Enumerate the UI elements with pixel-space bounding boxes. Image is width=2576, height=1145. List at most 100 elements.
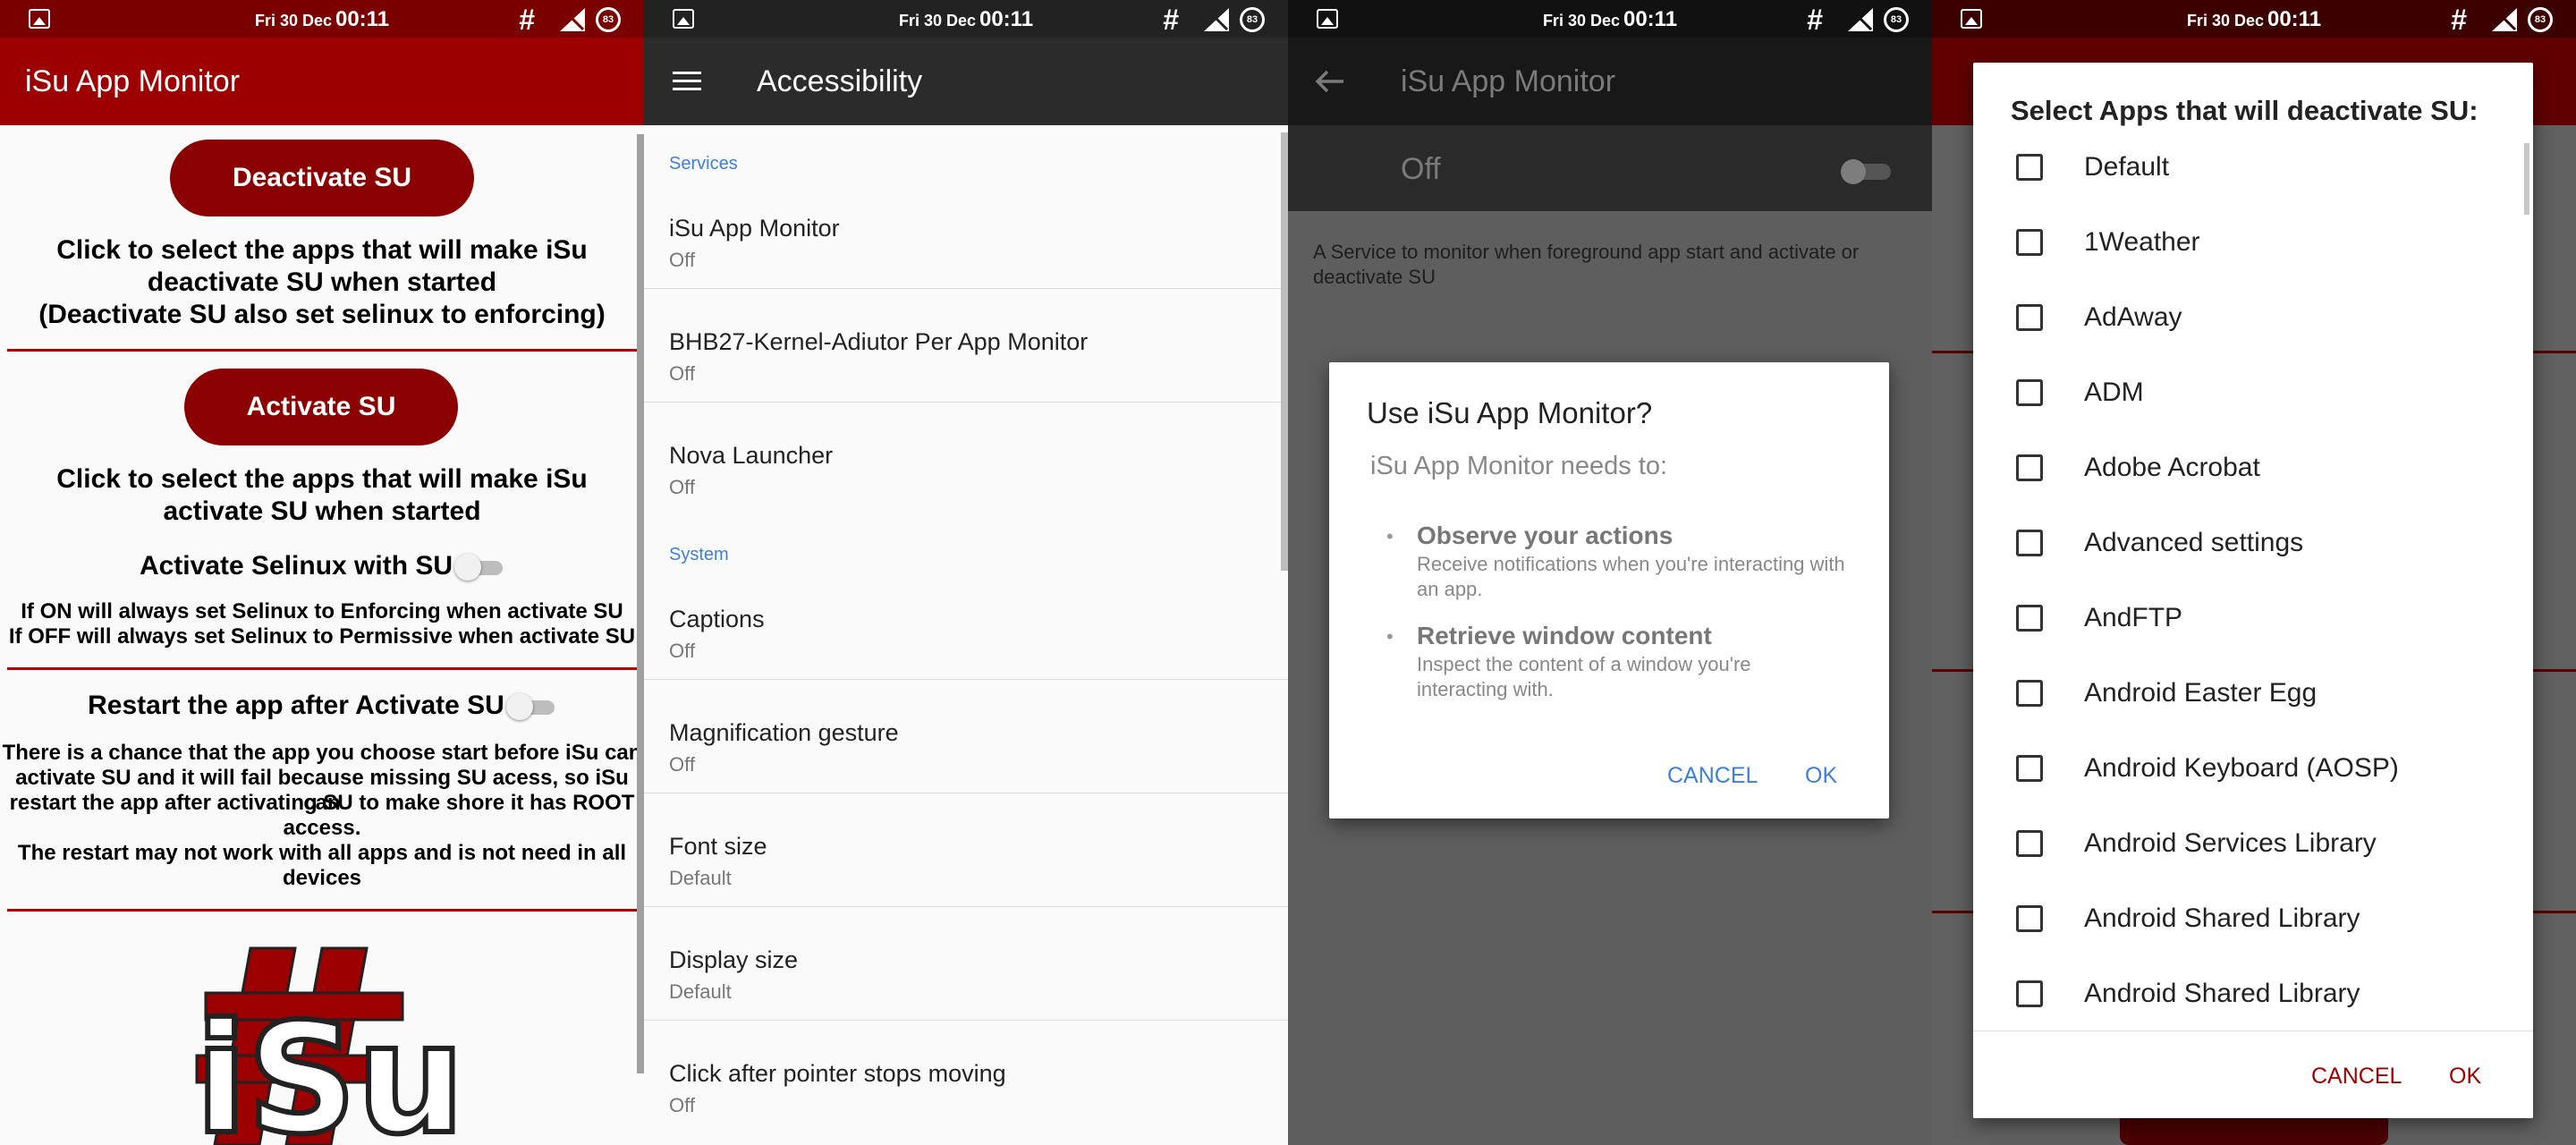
checkbox[interactable]	[2016, 605, 2043, 632]
app-bar: iSu App Monitor	[1288, 38, 1932, 125]
app-option-label: Android Keyboard (AOSP)	[2084, 753, 2399, 783]
hash-icon: #	[1163, 4, 1179, 36]
list-item[interactable]: Magnification gesture Off	[644, 680, 1288, 793]
battery-icon: 83	[2528, 7, 2553, 32]
list-item[interactable]: Nova Launcher Off	[644, 403, 1281, 516]
app-option[interactable]: AndFTP	[1973, 603, 2533, 680]
app-option[interactable]: Android Services Library	[1973, 828, 2533, 905]
app-option[interactable]: Android Easter Egg	[1973, 678, 2533, 755]
app-option[interactable]: Android Keyboard (AOSP)	[1973, 753, 2533, 830]
item-title: BHB27-Kernel-Adiutor Per App Monitor	[669, 328, 1089, 355]
service-toggle[interactable]	[1841, 159, 1891, 184]
app-option[interactable]: 1Weather	[1973, 227, 2533, 304]
scrollbar[interactable]	[637, 134, 644, 1073]
selinux-info-line: If ON will always set Selinux to Enforci…	[21, 599, 623, 623]
divider	[7, 667, 637, 670]
menu-icon[interactable]	[673, 72, 701, 91]
screen-select-apps: Fri 30 Dec 00:11 # 83 Select Apps that wi…	[1932, 0, 2576, 1145]
dialog-title: Use iSu App Monitor?	[1367, 396, 1653, 429]
app-option[interactable]: Advanced settings	[1973, 528, 2533, 605]
app-option-label: Android Shared Library	[2084, 903, 2360, 933]
main-content: Deactivate SU Click to select the apps t…	[0, 125, 641, 1145]
signal-icon	[1204, 8, 1229, 31]
app-option[interactable]: Android Shared Library	[1973, 903, 2533, 980]
status-bar: Fri 30 Dec 00:11 # 83	[0, 0, 644, 38]
page-title: Accessibility	[757, 64, 923, 98]
cancel-button[interactable]: CANCEL	[1667, 763, 1758, 789]
screen-service-dialog: Fri 30 Dec 00:11 # 83 iSu App Monitor Off…	[1288, 0, 1932, 1145]
item-title: Font size	[669, 833, 767, 860]
deactivate-su-button[interactable]: Deactivate SU	[170, 140, 474, 216]
selinux-info-line: If OFF will always set Selinux to Permis…	[8, 624, 636, 649]
signal-icon	[560, 8, 585, 31]
checkbox[interactable]	[2016, 830, 2043, 857]
app-option-label: 1Weather	[2084, 227, 2200, 257]
app-option-label: Android Services Library	[2084, 828, 2377, 858]
item-subtitle: Default	[669, 867, 732, 889]
item-subtitle: Off	[669, 249, 695, 271]
status-time: 00:11	[1623, 7, 1678, 31]
deactivate-desc-line: deactivate SU when started	[147, 267, 497, 297]
divider	[7, 349, 637, 352]
checkbox[interactable]	[2016, 755, 2043, 782]
list-item[interactable]: iSu App Monitor Off	[644, 175, 1288, 289]
list-item[interactable]: Captions Off	[644, 566, 1288, 680]
ok-button[interactable]: OK	[1805, 763, 1837, 789]
switch-label: Off	[1401, 152, 1441, 186]
item-subtitle: Off	[669, 476, 695, 498]
status-time: 00:11	[979, 7, 1034, 31]
bullet-icon: •	[1386, 625, 1394, 648]
status-date: Fri 30 Dec	[254, 12, 332, 30]
ok-button[interactable]: OK	[2449, 1064, 2481, 1090]
checkbox[interactable]	[2016, 154, 2043, 181]
status-date: Fri 30 Dec	[2186, 12, 2264, 30]
screen-accessibility: Fri 30 Dec 00:11 # 83 Accessibility Servi…	[644, 0, 1288, 1145]
list-item[interactable]: BHB27-Kernel-Adiutor Per App Monitor Off	[644, 289, 1288, 403]
signal-icon	[2492, 8, 2517, 31]
hash-icon: #	[1807, 4, 1823, 36]
list-item[interactable]: Display size Default	[644, 907, 1288, 1021]
restart-info-line: access.	[283, 816, 361, 840]
item-title: Nova Launcher	[669, 442, 834, 469]
app-option[interactable]: Adobe Acrobat	[1973, 453, 2533, 530]
list-item[interactable]: Font size Default	[644, 793, 1288, 907]
checkbox[interactable]	[2016, 980, 2043, 1007]
item-subtitle: Off	[669, 753, 695, 776]
list-item[interactable]: Click after pointer stops moving Off	[644, 1021, 1281, 1134]
checkbox[interactable]	[2016, 454, 2043, 481]
scrollbar[interactable]	[1281, 132, 1288, 571]
dialog-subtitle: iSu App Monitor needs to:	[1370, 452, 1668, 480]
permission-dialog: Use iSu App Monitor? iSu App Monitor nee…	[1329, 362, 1889, 818]
deactivate-desc-line: (Deactivate SU also set selinux to enfor…	[38, 300, 606, 329]
app-option[interactable]: ADM	[1973, 377, 2533, 454]
item-title: Captions	[669, 606, 765, 632]
app-option[interactable]: AdAway	[1973, 302, 2533, 379]
app-bar: Accessibility	[644, 38, 1288, 125]
item-subtitle: Off	[669, 1094, 695, 1116]
app-title: iSu App Monitor	[0, 38, 644, 125]
activate-desc-line: activate SU when started	[163, 496, 481, 526]
checkbox[interactable]	[2016, 680, 2043, 707]
checkbox[interactable]	[2016, 905, 2043, 932]
restart-toggle[interactable]	[505, 693, 556, 721]
selinux-toggle[interactable]	[454, 554, 504, 581]
checkbox[interactable]	[2016, 229, 2043, 256]
back-arrow-icon[interactable]	[1313, 68, 1345, 95]
cancel-button[interactable]: CANCEL	[2311, 1064, 2402, 1090]
scrollbar[interactable]	[2524, 143, 2529, 215]
status-bar: Fri 30 Dec 00:11 # 83	[644, 0, 1288, 38]
screen-isu-main: Fri 30 Dec 00:11 # 83 iSu App Monitor Dea…	[0, 0, 644, 1145]
restart-label: Restart the app after Activate SU	[88, 691, 504, 720]
restart-info-line: restart the app after activating SU to m…	[9, 791, 635, 815]
battery-icon: 83	[596, 7, 621, 32]
activate-desc-line: Click to select the apps that will make …	[56, 464, 588, 494]
status-date: Fri 30 Dec	[1542, 12, 1620, 30]
signal-icon	[1848, 8, 1873, 31]
checkbox[interactable]	[2016, 530, 2043, 556]
status-bar: Fri 30 Dec 00:11 # 83	[1288, 0, 1932, 38]
activate-su-button[interactable]: Activate SU	[184, 369, 458, 445]
checkbox[interactable]	[2016, 304, 2043, 331]
app-option[interactable]: Default	[1973, 152, 2533, 229]
dialog-title: Select Apps that will deactivate SU:	[2011, 95, 2479, 126]
checkbox[interactable]	[2016, 379, 2043, 406]
